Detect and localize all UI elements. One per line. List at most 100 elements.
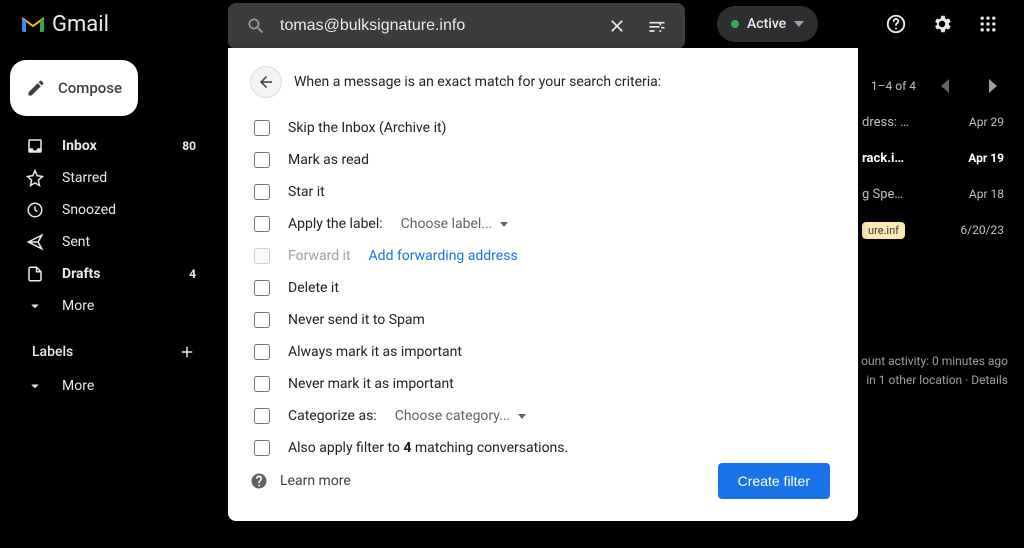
attachment-chip[interactable]: ure.inf: [862, 222, 905, 239]
opt-always-important-checkbox[interactable]: [254, 344, 270, 360]
opt-star[interactable]: Star it: [254, 176, 830, 208]
nav-label: Snoozed: [62, 202, 116, 218]
search-bar[interactable]: [228, 3, 685, 49]
help-icon: [250, 472, 268, 490]
opt-apply-label-checkbox[interactable]: [254, 216, 270, 232]
opt-mark-read-checkbox[interactable]: [254, 152, 270, 168]
chevron-down-icon: [26, 297, 44, 315]
opt-delete-checkbox[interactable]: [254, 280, 270, 296]
opt-label: Skip the Inbox (Archive it): [288, 120, 446, 136]
search-input[interactable]: [276, 17, 597, 35]
sidebar-item-starred[interactable]: Starred: [10, 162, 208, 194]
nav-label: Sent: [62, 234, 90, 250]
sidebar: Compose Inbox 80 Starred Snoozed Sent Dr…: [0, 48, 216, 548]
sidebar-item-inbox[interactable]: Inbox 80: [10, 130, 208, 162]
search-options-icon[interactable]: [637, 6, 677, 46]
compose-label: Compose: [58, 79, 122, 97]
chevron-down-icon: [794, 21, 804, 27]
opt-label: Delete it: [288, 280, 339, 296]
opt-label: Categorize as:: [288, 408, 377, 424]
status-chip[interactable]: Active: [717, 6, 818, 42]
compose-button[interactable]: Compose: [10, 60, 138, 116]
status-dot-icon: [731, 20, 739, 28]
opt-delete[interactable]: Delete it: [254, 272, 830, 304]
chevron-down-icon: [26, 377, 44, 395]
create-filter-panel: When a message is an exact match for you…: [228, 48, 858, 521]
sidebar-item-drafts[interactable]: Drafts 4: [10, 258, 208, 290]
opt-always-important[interactable]: Always mark it as important: [254, 336, 830, 368]
opt-label: Apply the label:: [288, 216, 383, 232]
opt-label: Star it: [288, 184, 325, 200]
opt-also-apply-checkbox[interactable]: [254, 440, 270, 456]
opt-forward: Forward it Add forwarding address: [254, 240, 830, 272]
list-toolbar: 1–4 of 4: [871, 70, 1008, 102]
file-icon: [26, 265, 44, 283]
inbox-icon: [26, 137, 44, 155]
message-subject: rack.i…: [862, 151, 904, 166]
message-date: Apr 18: [969, 187, 1004, 201]
message-date: Apr 19: [968, 151, 1004, 165]
chevron-down-icon: [500, 222, 508, 227]
help-icon[interactable]: [876, 4, 916, 44]
opt-skip-inbox[interactable]: Skip the Inbox (Archive it): [254, 112, 830, 144]
opt-mark-read[interactable]: Mark as read: [254, 144, 830, 176]
next-page-button[interactable]: [976, 70, 1008, 102]
app-header: Gmail Active: [0, 0, 1024, 48]
chevron-down-icon: [518, 414, 526, 419]
nav-label: Starred: [62, 170, 107, 186]
sidebar-item-more[interactable]: More: [10, 290, 208, 322]
opt-never-spam[interactable]: Never send it to Spam: [254, 304, 830, 336]
message-row[interactable]: g Spe… Apr 18: [858, 176, 1008, 212]
settings-icon[interactable]: [922, 4, 962, 44]
opt-also-apply[interactable]: Also apply filter to 4 matching conversa…: [254, 432, 830, 464]
header-actions: [876, 4, 1008, 44]
sidebar-item-sent[interactable]: Sent: [10, 226, 208, 258]
panel-title: When a message is an exact match for you…: [294, 74, 661, 90]
message-date: 6/20/23: [960, 223, 1004, 237]
nav-label: Drafts: [62, 266, 100, 282]
opt-label: Also apply filter to 4 matching conversa…: [288, 440, 568, 456]
gmail-logo: Gmail: [20, 12, 220, 37]
opt-apply-label[interactable]: Apply the label: Choose label...: [254, 208, 830, 240]
label-select[interactable]: Choose label...: [401, 216, 509, 232]
panel-header: When a message is an exact match for you…: [250, 66, 830, 98]
opt-categorize[interactable]: Categorize as: Choose category...: [254, 400, 830, 432]
star-icon: [26, 169, 44, 187]
search-icon[interactable]: [236, 6, 276, 46]
opt-label: Never mark it as important: [288, 376, 454, 392]
opt-never-important-checkbox[interactable]: [254, 376, 270, 392]
category-select[interactable]: Choose category...: [395, 408, 527, 424]
message-row[interactable]: dress: … Apr 29: [858, 104, 1008, 140]
opt-never-spam-checkbox[interactable]: [254, 312, 270, 328]
opt-categorize-checkbox[interactable]: [254, 408, 270, 424]
pagination-range: 1–4 of 4: [871, 79, 916, 93]
opt-skip-inbox-checkbox[interactable]: [254, 120, 270, 136]
arrow-left-icon: [257, 73, 275, 91]
activity-line1: ount activity: 0 minutes ago: [861, 352, 1008, 371]
apps-grid-icon[interactable]: [968, 4, 1008, 44]
opt-star-checkbox[interactable]: [254, 184, 270, 200]
nav-count: 80: [182, 139, 196, 153]
status-label: Active: [747, 16, 786, 32]
prev-page-button[interactable]: [930, 70, 962, 102]
opt-never-important[interactable]: Never mark it as important: [254, 368, 830, 400]
message-row[interactable]: rack.i… Apr 19: [858, 140, 1008, 176]
sidebar-labels-more[interactable]: More: [10, 370, 208, 402]
clear-search-icon[interactable]: [597, 6, 637, 46]
nav-label: Inbox: [62, 138, 97, 154]
message-row[interactable]: ure.inf 6/20/23: [858, 212, 1008, 248]
create-filter-button[interactable]: Create filter: [718, 463, 830, 499]
add-forwarding-link[interactable]: Add forwarding address: [369, 248, 518, 264]
opt-label: Always mark it as important: [288, 344, 462, 360]
details-link[interactable]: Details: [971, 373, 1008, 387]
add-label-icon[interactable]: [178, 343, 196, 361]
sidebar-item-snoozed[interactable]: Snoozed: [10, 194, 208, 226]
activity-line2: in 1 other location ·: [866, 373, 971, 387]
labels-header: Labels: [10, 334, 208, 370]
opt-label: Forward it: [288, 248, 351, 264]
message-list: dress: … Apr 29 rack.i… Apr 19 g Spe… Ap…: [858, 104, 1008, 248]
gmail-wordmark: Gmail: [52, 12, 109, 37]
back-button[interactable]: [250, 66, 282, 98]
learn-more-link[interactable]: Learn more: [250, 472, 351, 490]
message-date: Apr 29: [969, 115, 1004, 129]
